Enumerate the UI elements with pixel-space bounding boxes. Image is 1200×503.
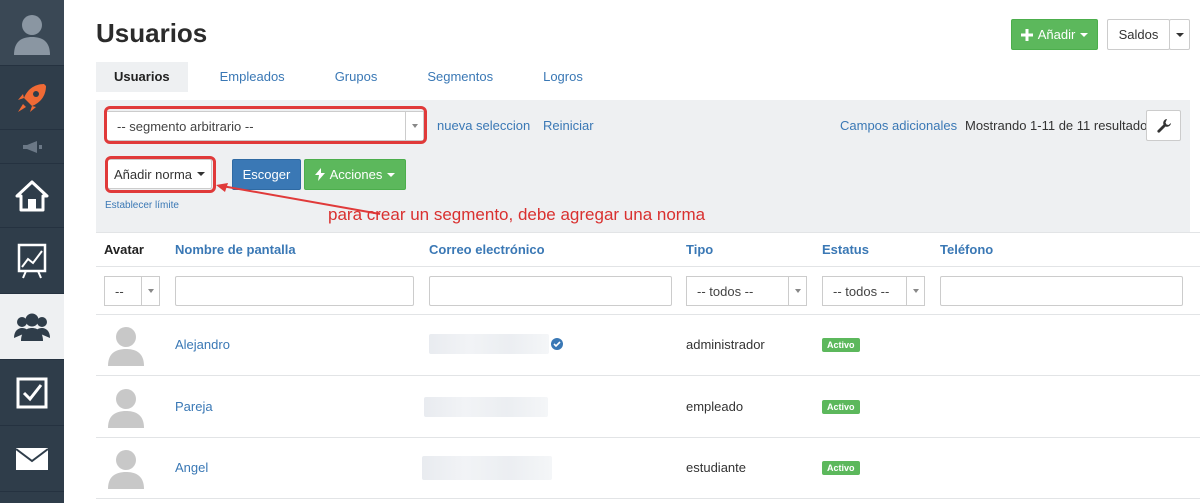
table-divider <box>96 314 1200 315</box>
tab-segmentos[interactable]: Segmentos <box>409 62 511 92</box>
reset-link[interactable]: Reiniciar <box>543 118 594 133</box>
settings-button[interactable] <box>1146 110 1181 141</box>
avatar <box>108 389 144 428</box>
avatar <box>108 327 144 366</box>
sidebar-item-reports[interactable] <box>0 228 64 294</box>
column-header-phone[interactable]: Teléfono <box>940 242 993 257</box>
sidebar <box>0 0 64 503</box>
sidebar-item-messages[interactable] <box>0 426 64 492</box>
redacted-email <box>429 334 549 354</box>
tab-usuarios[interactable]: Usuarios <box>96 62 188 92</box>
verified-check-icon <box>551 338 563 350</box>
redacted-email <box>422 456 552 480</box>
tab-empleados[interactable]: Empleados <box>202 62 303 92</box>
column-header-type[interactable]: Tipo <box>686 242 713 257</box>
type-filter-select[interactable]: -- todos -- <box>686 276 807 306</box>
extra-fields-link[interactable]: Campos adicionales <box>840 118 957 133</box>
column-header-status[interactable]: Estatus <box>822 242 869 257</box>
new-selection-link[interactable]: nueva seleccion <box>437 118 530 133</box>
chevron-down-icon <box>1080 32 1089 37</box>
redacted-email <box>424 397 548 417</box>
mail-icon <box>15 447 49 470</box>
sidebar-item-launch[interactable] <box>0 66 64 130</box>
rocket-icon <box>18 83 46 112</box>
status-filter-value: -- todos -- <box>833 283 890 299</box>
user-type: administrador <box>686 337 765 352</box>
tab-logros[interactable]: Logros <box>525 62 601 92</box>
email-filter-input[interactable] <box>429 276 672 306</box>
table-divider <box>96 498 1200 499</box>
annotation-text: para crear un segmento, debe agregar una… <box>328 205 706 224</box>
tab-grupos[interactable]: Grupos <box>317 62 396 92</box>
type-filter-value: -- todos -- <box>697 283 754 299</box>
user-type: estudiante <box>686 460 746 475</box>
checkbox-icon <box>16 377 48 408</box>
chevron-down-icon <box>788 277 806 305</box>
status-badge: Activo <box>822 338 860 352</box>
megaphone-icon <box>23 140 42 153</box>
users-icon <box>14 313 50 341</box>
sidebar-item-home[interactable] <box>0 164 64 228</box>
tabs: Usuarios Empleados Grupos Segmentos Logr… <box>96 62 615 92</box>
avatar <box>108 450 144 489</box>
chevron-down-icon <box>141 277 159 305</box>
wrench-icon <box>1156 118 1171 133</box>
set-limit-link[interactable]: Establecer límite <box>105 200 179 211</box>
avatar-filter-select[interactable]: -- <box>104 276 160 306</box>
column-header-name[interactable]: Nombre de pantalla <box>175 242 296 257</box>
add-button[interactable]: Añadir <box>1011 19 1098 50</box>
status-badge: Activo <box>822 461 860 475</box>
user-type: empleado <box>686 399 744 414</box>
column-header-avatar: Avatar <box>104 242 144 257</box>
status-filter-select[interactable]: -- todos -- <box>822 276 925 306</box>
sidebar-item-announcements[interactable] <box>0 130 64 164</box>
sidebar-profile[interactable] <box>0 0 64 66</box>
chevron-down-icon <box>387 172 396 177</box>
sidebar-item-tasks[interactable] <box>0 360 64 426</box>
user-name-link[interactable]: Alejandro <box>175 337 230 352</box>
plus-icon <box>1020 28 1033 41</box>
chevron-down-icon <box>1175 32 1184 37</box>
table-divider <box>96 232 1200 233</box>
main-content: Usuarios Añadir Saldos Usuarios Empleado… <box>64 0 1200 503</box>
chevron-down-icon <box>906 277 924 305</box>
home-icon <box>15 180 49 211</box>
user-avatar-icon <box>14 14 50 55</box>
user-name-link[interactable]: Angel <box>175 460 208 475</box>
balances-dropdown-toggle[interactable] <box>1169 19 1190 50</box>
chart-icon <box>17 243 47 278</box>
balances-button-label: Saldos <box>1118 27 1159 42</box>
column-header-email[interactable]: Correo electrónico <box>429 242 545 257</box>
table-divider <box>96 375 1200 376</box>
sidebar-item-users[interactable] <box>0 294 64 360</box>
status-badge: Activo <box>822 400 860 414</box>
name-filter-input[interactable] <box>175 276 414 306</box>
avatar-filter-value: -- <box>115 283 124 299</box>
balances-button[interactable]: Saldos <box>1107 19 1170 50</box>
user-name-link[interactable]: Pareja <box>175 399 213 414</box>
add-button-label: Añadir <box>1037 27 1076 42</box>
results-count: Mostrando 1-11 de 11 resultados. <box>965 118 1158 133</box>
page-title: Usuarios <box>96 18 208 48</box>
table-divider <box>96 266 1200 267</box>
annotation-highlight-add-rule <box>105 156 216 193</box>
table-divider <box>96 437 1200 438</box>
phone-filter-input[interactable] <box>940 276 1183 306</box>
annotation-highlight-segment <box>104 106 427 144</box>
